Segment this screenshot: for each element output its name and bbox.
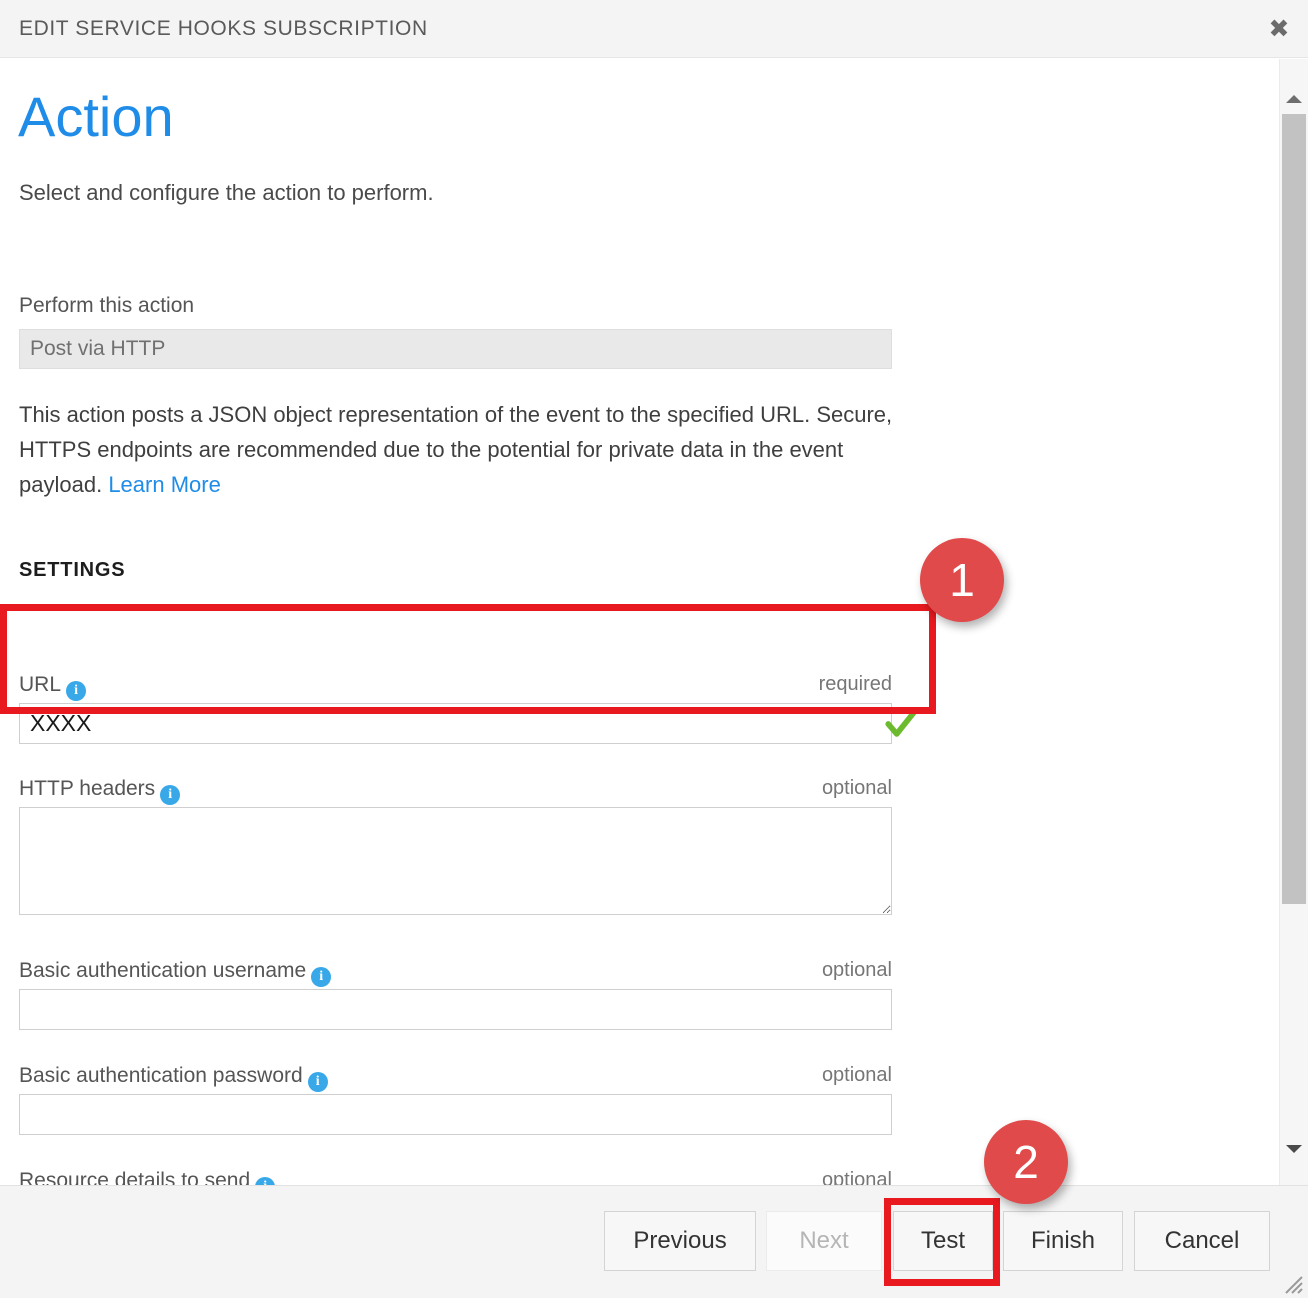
settings-heading: SETTINGS bbox=[19, 559, 125, 582]
annotation-badge-1: 1 bbox=[920, 538, 1004, 622]
green-checkmark-icon bbox=[884, 707, 918, 741]
resource-details-requirement: optional bbox=[822, 1169, 892, 1185]
close-icon[interactable]: ✖ bbox=[1250, 0, 1308, 58]
url-field-row: URLi required bbox=[19, 673, 892, 744]
dialog-title: EDIT SERVICE HOOKS SUBSCRIPTION bbox=[19, 17, 428, 41]
basic-auth-password-input[interactable] bbox=[19, 1094, 892, 1135]
learn-more-link[interactable]: Learn More bbox=[108, 472, 221, 497]
http-headers-field-row: HTTP headersi optional bbox=[19, 777, 892, 920]
annotation-badge-2: 2 bbox=[984, 1120, 1068, 1204]
info-icon[interactable]: i bbox=[255, 1177, 275, 1185]
http-headers-input[interactable] bbox=[19, 807, 892, 915]
basic-auth-password-field-row: Basic authentication passwordi optional bbox=[19, 1064, 892, 1135]
dialog-content: Action Select and configure the action t… bbox=[0, 59, 1252, 1185]
caret-up-icon[interactable] bbox=[1280, 84, 1308, 113]
basic-auth-username-field-row: Basic authentication usernamei optional bbox=[19, 959, 892, 1030]
page-title: Action bbox=[18, 89, 174, 145]
basic-auth-username-requirement: optional bbox=[822, 959, 892, 982]
caret-down-icon[interactable] bbox=[1280, 1134, 1308, 1163]
cancel-button[interactable]: Cancel bbox=[1134, 1211, 1270, 1271]
next-button: Next bbox=[766, 1211, 882, 1271]
resize-grip-icon[interactable] bbox=[1278, 1269, 1304, 1295]
info-icon[interactable]: i bbox=[311, 967, 331, 987]
perform-action-label: Perform this action bbox=[19, 294, 194, 318]
page-subtitle: Select and configure the action to perfo… bbox=[19, 180, 434, 206]
basic-auth-username-input[interactable] bbox=[19, 989, 892, 1030]
resource-details-field-row: Resource details to sendi optional All bbox=[19, 1169, 892, 1185]
edit-service-hooks-subscription-dialog: EDIT SERVICE HOOKS SUBSCRIPTION ✖ Action… bbox=[0, 0, 1308, 1298]
caret-up-glyph bbox=[1285, 93, 1303, 105]
url-label: URL bbox=[19, 673, 61, 696]
dialog-footer: Previous Next Test Finish Cancel bbox=[0, 1185, 1308, 1298]
http-headers-requirement: optional bbox=[822, 777, 892, 800]
url-requirement: required bbox=[819, 673, 892, 696]
test-button[interactable]: Test bbox=[893, 1211, 993, 1271]
caret-down-glyph bbox=[1285, 1143, 1303, 1155]
scrollbar-thumb[interactable] bbox=[1282, 114, 1306, 904]
finish-button[interactable]: Finish bbox=[1003, 1211, 1123, 1271]
info-icon[interactable]: i bbox=[308, 1072, 328, 1092]
info-icon[interactable]: i bbox=[160, 785, 180, 805]
perform-action-value: Post via HTTP bbox=[19, 329, 892, 369]
info-icon[interactable]: i bbox=[66, 681, 86, 701]
basic-auth-username-label: Basic authentication username bbox=[19, 959, 306, 982]
dialog-titlebar: EDIT SERVICE HOOKS SUBSCRIPTION ✖ bbox=[0, 0, 1308, 58]
url-input[interactable] bbox=[19, 703, 892, 744]
basic-auth-password-requirement: optional bbox=[822, 1064, 892, 1087]
previous-button[interactable]: Previous bbox=[604, 1211, 756, 1271]
http-headers-label: HTTP headers bbox=[19, 777, 155, 800]
vertical-scrollbar[interactable] bbox=[1279, 59, 1308, 1185]
basic-auth-password-label: Basic authentication password bbox=[19, 1064, 303, 1087]
action-description: This action posts a JSON object represen… bbox=[19, 397, 899, 502]
resource-details-label: Resource details to send bbox=[19, 1169, 250, 1185]
